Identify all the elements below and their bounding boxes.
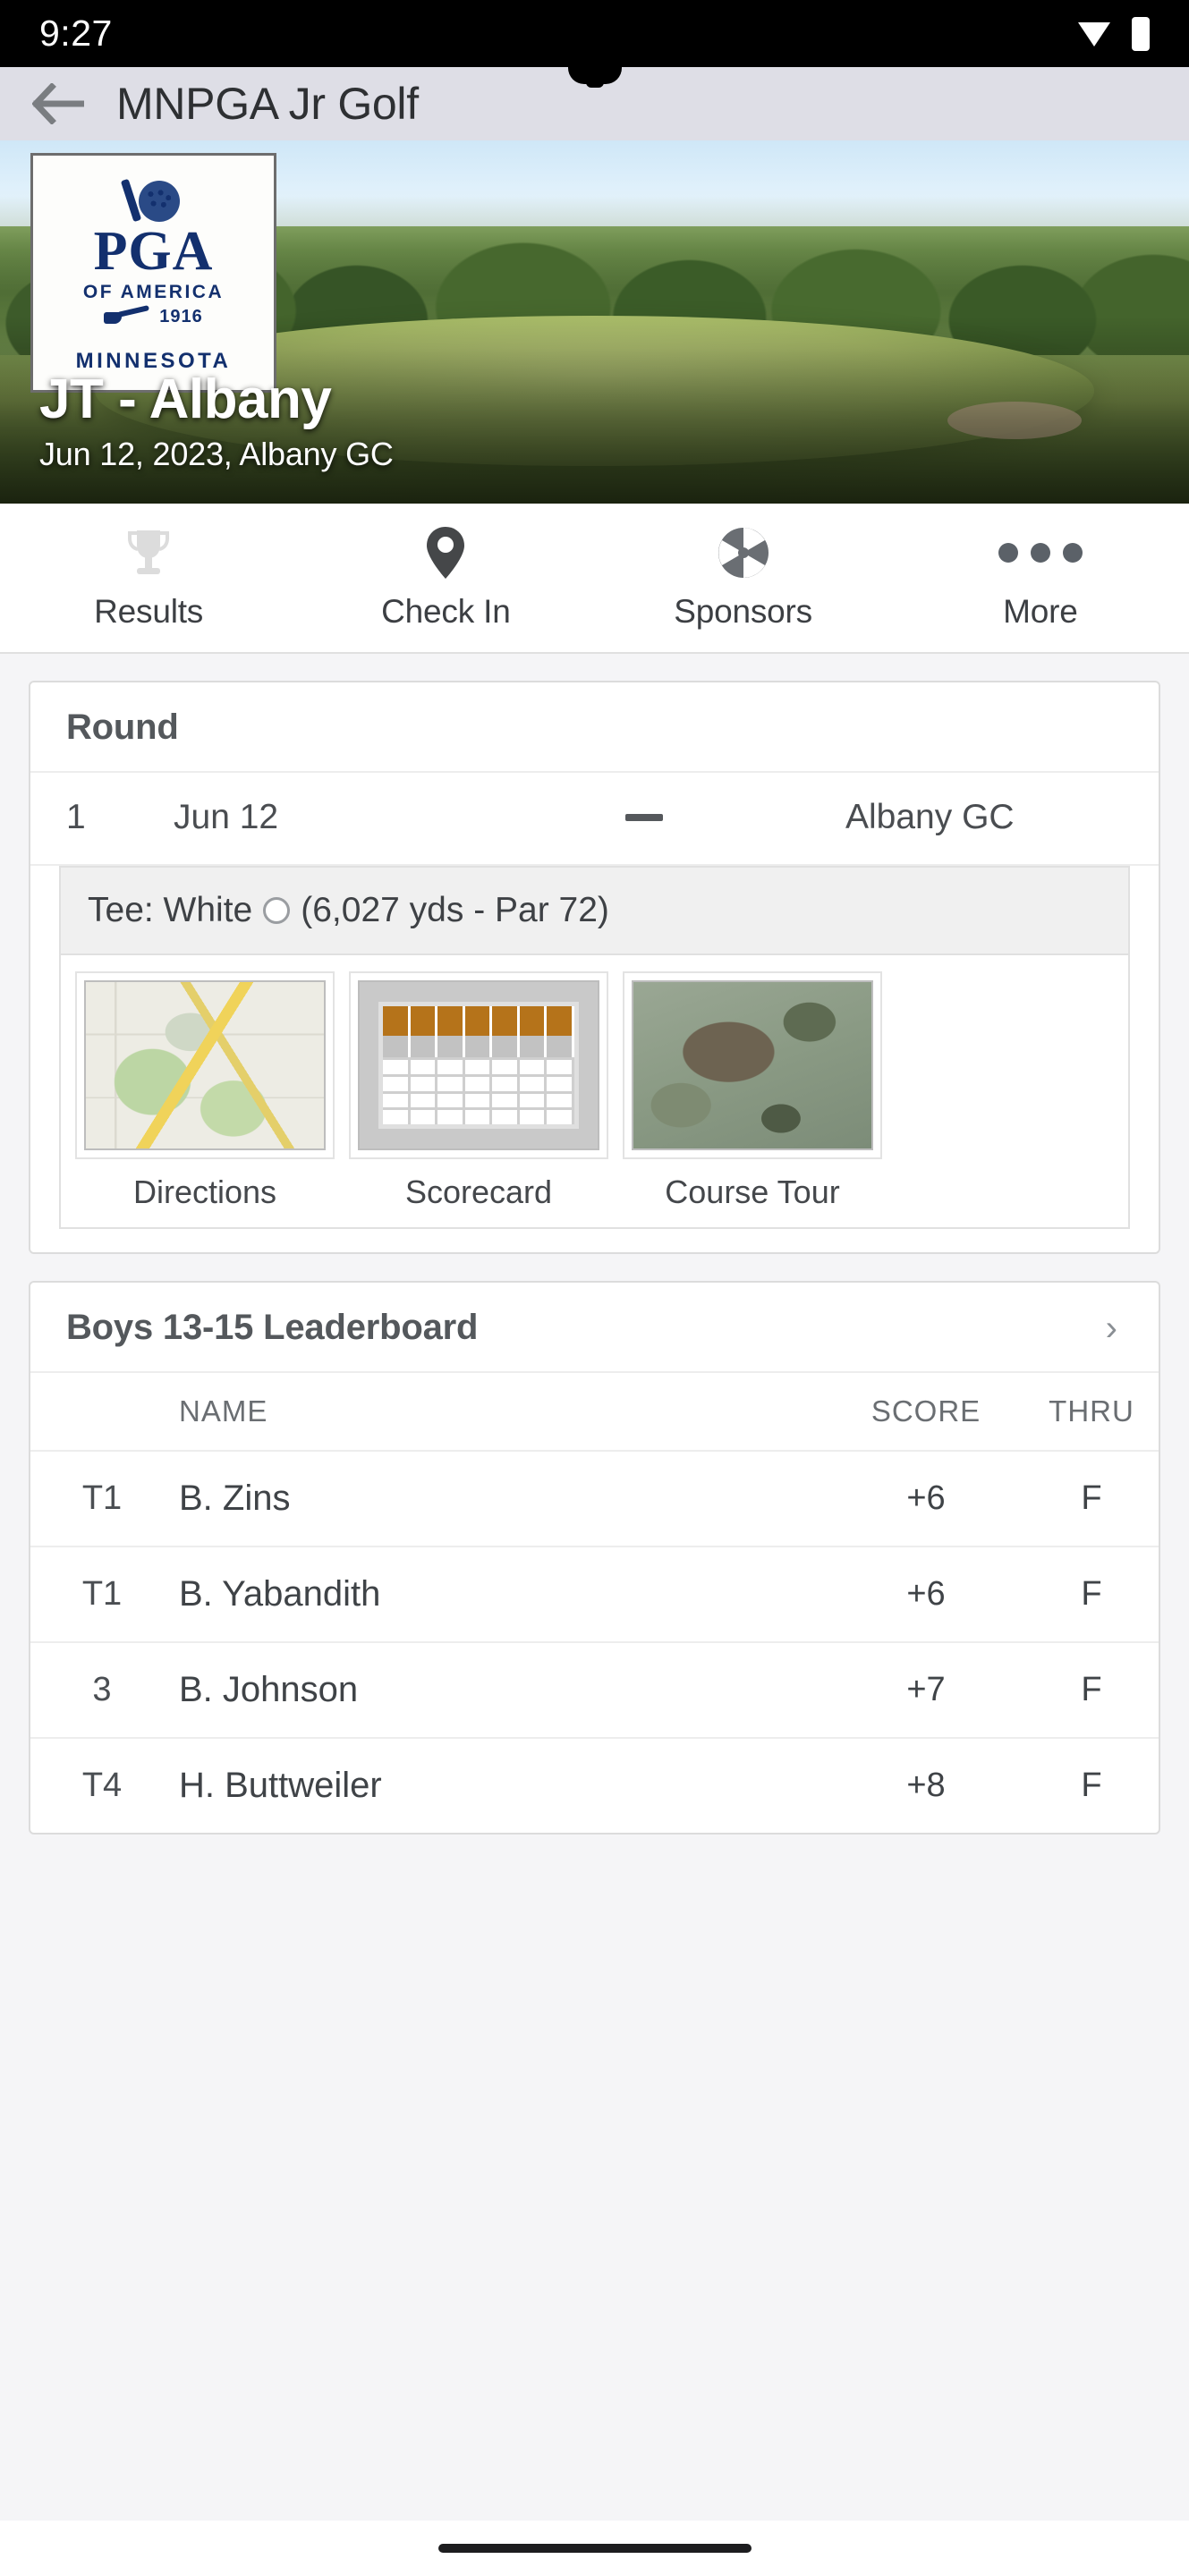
- round-separator-icon: [442, 814, 845, 821]
- tile-directions[interactable]: Directions: [75, 971, 335, 1220]
- status-bar: 9:27: [0, 0, 1189, 67]
- page-body: Round 1 Jun 12 Albany GC Tee: White (6,0…: [0, 681, 1189, 1835]
- tile-label-scorecard: Scorecard: [404, 1174, 553, 1210]
- event-title: JT - Albany: [39, 368, 332, 430]
- ellipsis-icon: [998, 525, 1083, 580]
- row-thru: F: [1081, 1767, 1102, 1804]
- battery-icon: [1132, 16, 1150, 51]
- row-score: +8: [906, 1767, 946, 1804]
- logo-of-america: OF AMERICA: [82, 282, 225, 302]
- wifi-icon: [1076, 21, 1112, 47]
- system-navigation-bar: [0, 2521, 1189, 2576]
- tab-more[interactable]: More: [892, 504, 1189, 652]
- round-card-header: Round: [30, 682, 1159, 773]
- tee-details: (6,027 yds - Par 72): [301, 891, 609, 929]
- tile-scorecard[interactable]: Scorecard: [349, 971, 608, 1220]
- tab-label-more: More: [1003, 593, 1078, 630]
- white-tee-circle-icon: [263, 897, 291, 924]
- aperture-icon: [716, 525, 771, 580]
- trophy-icon: [121, 525, 176, 580]
- row-thru: F: [1081, 1671, 1102, 1708]
- round-date: Jun 12: [174, 798, 279, 836]
- tee-section: Tee: White (6,027 yds - Par 72) Directio…: [30, 866, 1159, 1252]
- row-position: 3: [92, 1671, 112, 1708]
- camera-notch: [567, 64, 622, 84]
- tab-sponsors[interactable]: Sponsors: [595, 504, 892, 652]
- row-score: +6: [906, 1479, 946, 1517]
- column-header-name: NAME: [179, 1394, 268, 1428]
- row-position: T1: [81, 1575, 123, 1613]
- logo-brand: PGA: [93, 221, 214, 282]
- row-score: +7: [906, 1671, 946, 1708]
- tab-label-check-in: Check In: [381, 593, 511, 630]
- golf-club-icon: [104, 309, 150, 324]
- column-header-score: SCORE: [871, 1394, 981, 1428]
- table-row[interactable]: T1 B. Yabandith +6 F: [30, 1547, 1159, 1643]
- round-course: Albany GC: [845, 798, 1015, 836]
- leaderboard-header[interactable]: Boys 13-15 Leaderboard ›: [30, 1283, 1159, 1373]
- row-player-name: B. Johnson: [179, 1670, 359, 1709]
- row-player-name: B. Yabandith: [179, 1574, 381, 1614]
- chevron-right-icon[interactable]: ›: [1106, 1310, 1123, 1346]
- column-header-thru: THRU: [1049, 1394, 1134, 1428]
- tab-results[interactable]: Results: [0, 504, 297, 652]
- row-player-name: B. Zins: [179, 1479, 291, 1518]
- row-player-name: H. Buttweiler: [179, 1766, 382, 1805]
- hero-text-block: JT - Albany Jun 12, 2023, Albany GC: [39, 370, 394, 473]
- table-row[interactable]: 3 B. Johnson +7 F: [30, 1643, 1159, 1739]
- tile-course-tour[interactable]: Course Tour: [623, 971, 882, 1220]
- status-clock: 9:27: [39, 13, 113, 54]
- map-pin-icon: [425, 525, 466, 580]
- tab-label-sponsors: Sponsors: [674, 593, 812, 630]
- status-indicators: [1076, 16, 1150, 51]
- event-subtitle: Jun 12, 2023, Albany GC: [39, 436, 394, 472]
- section-tab-bar: Results Check In Sponsors More: [0, 504, 1189, 654]
- map-thumbnail: [84, 980, 326, 1150]
- round-number: 1: [66, 798, 86, 836]
- row-score: +6: [906, 1575, 946, 1613]
- tab-label-results: Results: [94, 593, 204, 630]
- row-position: T1: [81, 1479, 123, 1517]
- app-root: 9:27 MNPGA Jr Golf PGA OF AMERICA 1916 M…: [0, 0, 1189, 2576]
- page-title: MNPGA Jr Golf: [116, 79, 419, 129]
- leaderboard-card: Boys 13-15 Leaderboard › NAME SCORE THRU…: [29, 1281, 1160, 1835]
- golf-ball-icon: [76, 174, 232, 223]
- round-row[interactable]: 1 Jun 12 Albany GC: [30, 773, 1159, 866]
- pga-minnesota-logo: PGA OF AMERICA 1916 MINNESOTA: [30, 153, 276, 393]
- row-thru: F: [1081, 1575, 1102, 1613]
- tee-label: Tee: White: [88, 891, 253, 929]
- round-action-tiles: Directions Scorecard Course Tour: [59, 953, 1130, 1229]
- tile-label-directions: Directions: [132, 1174, 277, 1210]
- back-arrow-icon[interactable]: [30, 76, 86, 131]
- scorecard-thumbnail: [358, 980, 599, 1150]
- table-row[interactable]: T4 H. Buttweiler +8 F: [30, 1739, 1159, 1833]
- round-card: Round 1 Jun 12 Albany GC Tee: White (6,0…: [29, 681, 1160, 1254]
- table-row[interactable]: T1 B. Zins +6 F: [30, 1452, 1159, 1547]
- round-card-title: Round: [66, 708, 179, 747]
- row-position: T4: [81, 1767, 123, 1804]
- logo-founded-year: 1916: [159, 307, 203, 326]
- event-hero-banner: PGA OF AMERICA 1916 MINNESOTA JT - Alban…: [0, 140, 1189, 504]
- aerial-course-thumbnail: [632, 980, 873, 1150]
- leaderboard-title: Boys 13-15 Leaderboard: [66, 1308, 479, 1347]
- tee-info-bar: Tee: White (6,027 yds - Par 72): [59, 866, 1130, 953]
- leaderboard-column-headers: NAME SCORE THRU: [30, 1373, 1159, 1452]
- tile-label-course-tour: Course Tour: [665, 1174, 840, 1210]
- row-thru: F: [1081, 1479, 1102, 1517]
- tab-check-in[interactable]: Check In: [297, 504, 594, 652]
- home-indicator[interactable]: [437, 2544, 752, 2553]
